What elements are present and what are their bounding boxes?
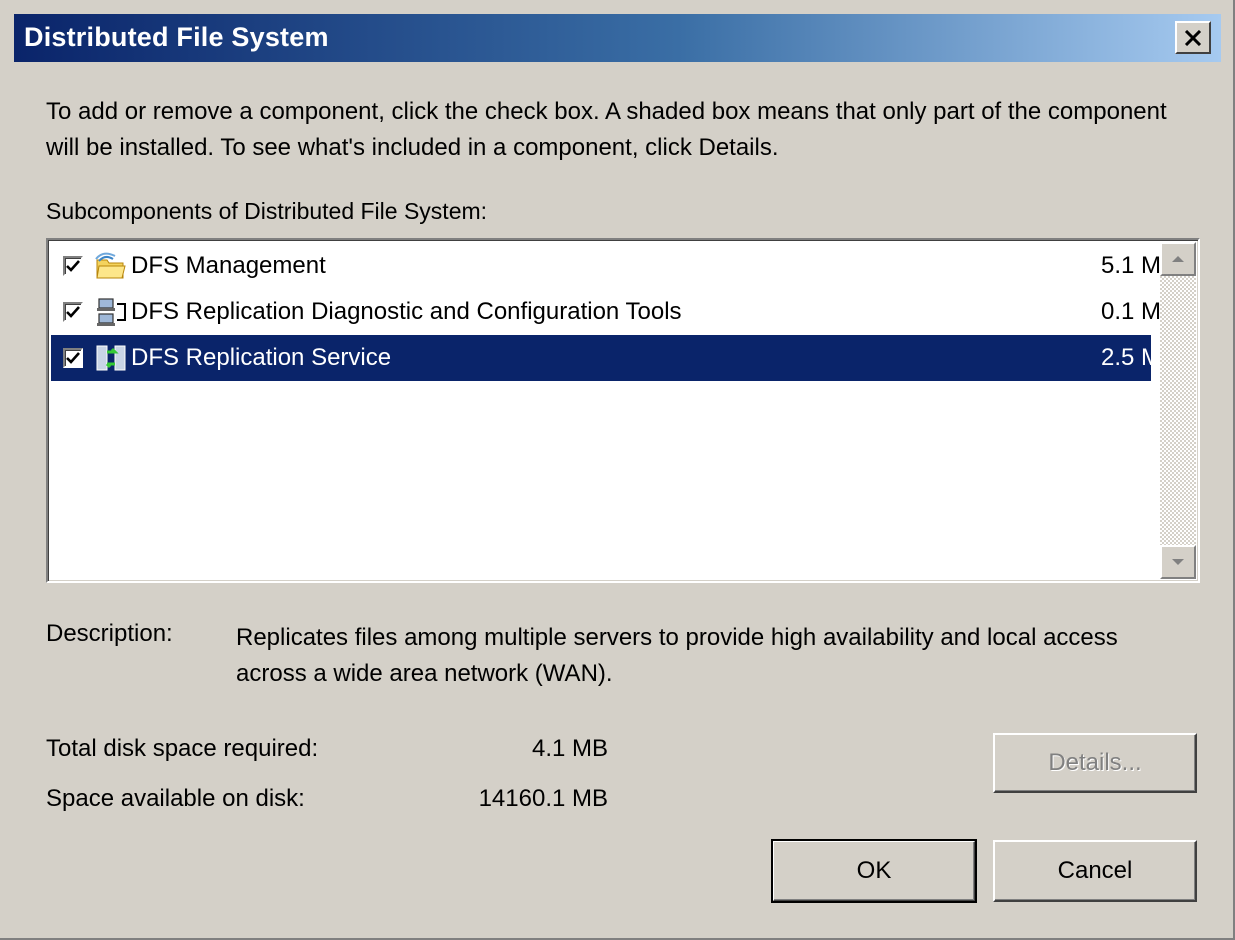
scroll-up-button[interactable] [1160, 242, 1196, 276]
available-space-label: Space available on disk: [46, 785, 305, 812]
window-title: Distributed File System [24, 22, 329, 52]
list-item-name: DFS Management [131, 252, 326, 279]
total-space-value: 4.1 MB [531, 735, 608, 762]
diagnostic-tools-checkbox[interactable] [63, 302, 83, 322]
scroll-down-button[interactable] [1160, 545, 1196, 579]
checkmark-icon [66, 260, 80, 272]
subcomponents-label: Subcomponents of Distributed File System… [46, 198, 487, 225]
subcomponents-label-text: Subcomponents of Distributed File System… [46, 198, 488, 224]
list-item-name: DFS Replication Service [131, 344, 392, 371]
list-item-diagnostic-tools[interactable]: DFS Replication Diagnostic and Configura… [51, 289, 1177, 335]
dfs-management-icon [95, 252, 126, 279]
dialog-window: Distributed File System To add or remove… [0, 0, 1235, 940]
description-text: Replicates files among multiple servers … [236, 624, 1118, 687]
checkmark-icon [66, 352, 80, 364]
cancel-button[interactable]: Cancel [993, 840, 1197, 902]
close-button[interactable] [1175, 21, 1211, 54]
list-item-replication-service[interactable]: DFS Replication Service 2.5 MB [51, 335, 1177, 381]
arrow-up-icon [1172, 256, 1184, 262]
replication-service-icon [96, 345, 126, 371]
total-space-label: Total disk space required: [46, 735, 319, 762]
instructions-text: To add or remove a component, click the … [46, 98, 1167, 161]
description-label: Description: [46, 620, 173, 647]
title-bar[interactable]: Distributed File System [14, 14, 1221, 62]
available-space-value: 14160.1 MB [478, 785, 608, 812]
details-button[interactable]: Details... [993, 733, 1197, 793]
arrow-down-icon [1172, 559, 1184, 565]
ok-button[interactable]: OK [771, 839, 977, 903]
list-item-name: DFS Replication Diagnostic and Configura… [131, 298, 682, 325]
replication-service-checkbox[interactable] [63, 348, 83, 368]
diagnostic-tools-icon [97, 298, 126, 326]
vertical-scrollbar[interactable] [1160, 242, 1196, 579]
dfs-management-checkbox[interactable] [63, 256, 83, 276]
list-item-dfs-management[interactable]: DFS Management 5.1 MB [51, 243, 1177, 289]
checkmark-icon [66, 306, 80, 318]
close-icon [1184, 29, 1202, 46]
subcomponents-listbox[interactable]: DFS Management 5.1 MB DFS Replication Di… [46, 238, 1200, 583]
subcomponents-list: DFS Management 5.1 MB DFS Replication Di… [51, 243, 1177, 381]
